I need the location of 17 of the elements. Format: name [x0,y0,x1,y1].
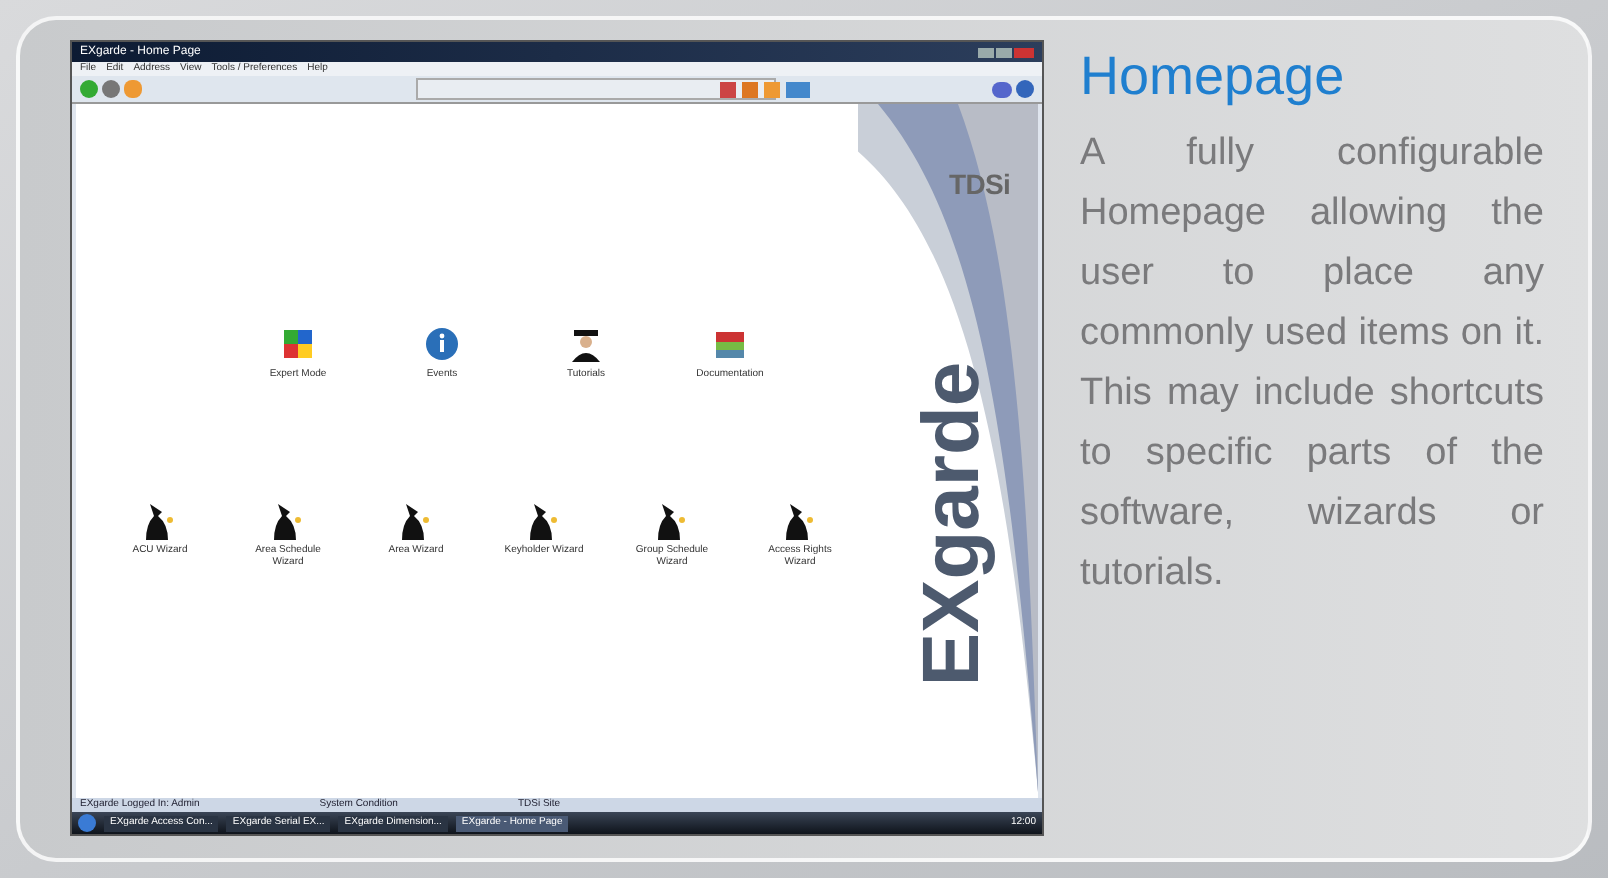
address-field[interactable] [416,78,776,100]
heading: Homepage [1080,44,1347,110]
wizard-icon [528,504,560,540]
wizard-icon [144,504,176,540]
company-logo: TDSi [949,166,1010,204]
description: A fully configurable Homepage allowing the user to place any commonly used items on it. This may include shortcuts to specific parts of the software, wizards or tutorials. [1080,129,1544,598]
wizard-icon [400,504,432,540]
toolbar-icons[interactable] [720,81,810,97]
wizard-icon [272,504,304,540]
graduate-icon [566,324,606,364]
wizard-icon [656,504,688,540]
info-icon [422,324,462,364]
cube-icon [278,324,318,364]
start-icon[interactable] [78,814,96,832]
product-logo: EXgarde [911,361,992,687]
window-controls-icon [978,47,1034,57]
wizard-icon [784,504,816,540]
